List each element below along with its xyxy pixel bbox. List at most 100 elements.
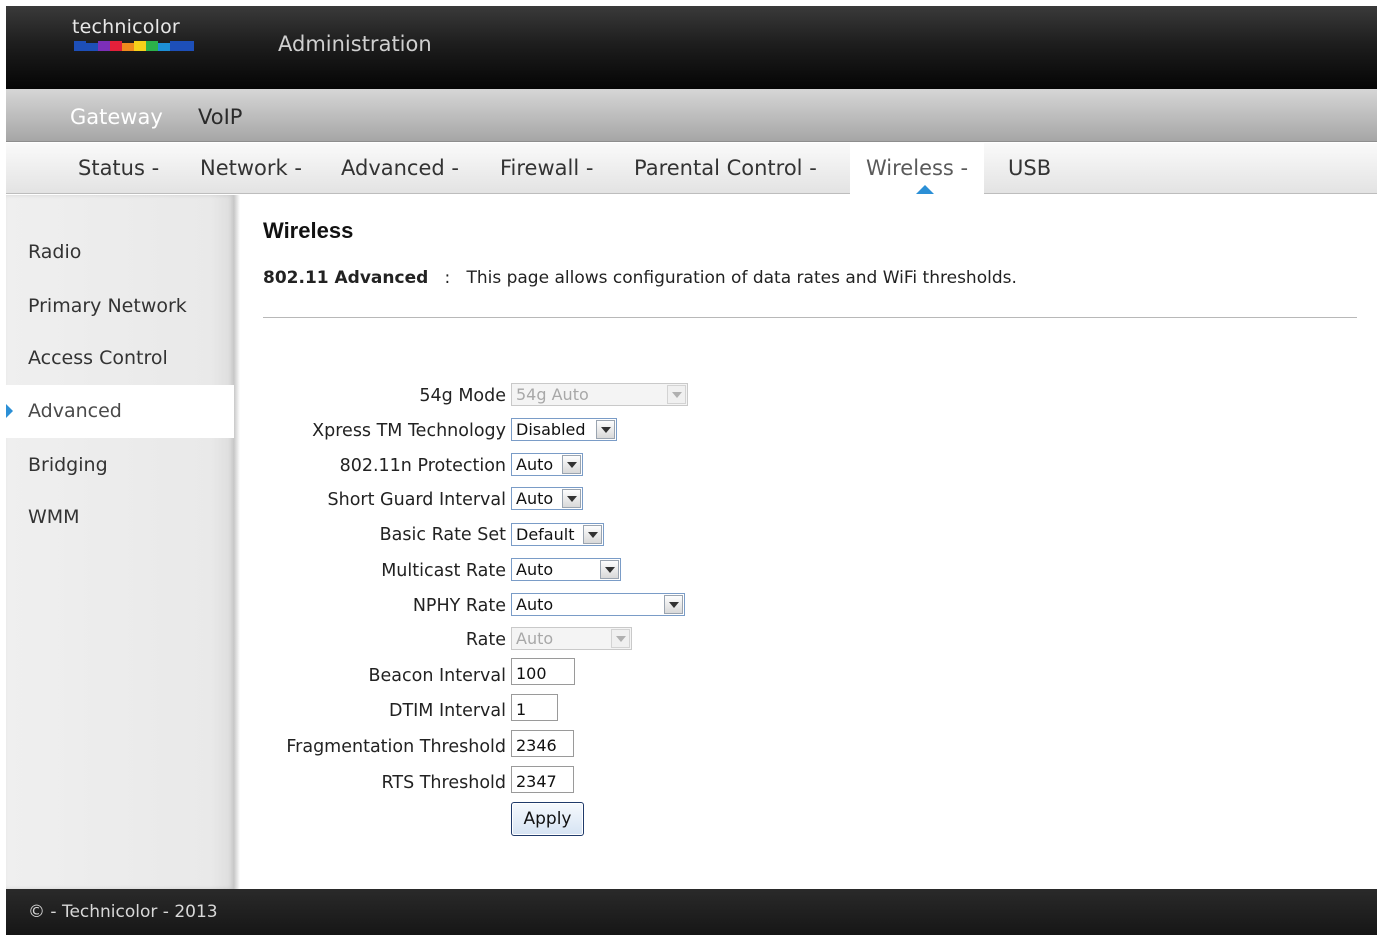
input-fragmentation-threshold[interactable]: 2346 xyxy=(511,730,574,757)
label-dtim: DTIM Interval xyxy=(388,701,506,721)
select-guard[interactable]: Auto xyxy=(511,487,583,510)
label-xpress: Xpress TM Technology xyxy=(312,421,506,441)
active-arrow-icon xyxy=(6,404,13,418)
subnav-status[interactable]: Status - xyxy=(78,143,159,194)
label-nphy: NPHY Rate xyxy=(412,596,506,616)
subnav-parental-control[interactable]: Parental Control - xyxy=(634,143,817,194)
select-multicast-value: Auto xyxy=(516,560,554,579)
subnav-advanced[interactable]: Advanced - xyxy=(341,143,459,194)
logo-color-segment xyxy=(158,43,170,51)
chevron-down-icon xyxy=(562,455,581,474)
logo-color-segment xyxy=(134,41,146,51)
sidebar-item-label: WMM xyxy=(28,506,80,528)
logo-color-segment xyxy=(74,41,86,51)
select-rate[interactable]: Auto xyxy=(511,627,632,650)
label-multicast: Multicast Rate xyxy=(381,561,506,581)
label-54g-mode: 54g Mode xyxy=(419,386,506,406)
chevron-down-icon xyxy=(600,560,619,579)
footer: © - Technicolor - 2013 xyxy=(6,889,1377,935)
subnav-usb[interactable]: USB xyxy=(1008,143,1051,194)
active-tab-caret-icon xyxy=(916,185,934,194)
input-beacon-interval[interactable]: 100 xyxy=(511,658,575,685)
input-rts-threshold[interactable]: 2347 xyxy=(511,766,574,793)
sub-nav: Status - Network - Advanced - Firewall -… xyxy=(6,143,1377,194)
row-rate: Rate xyxy=(226,626,506,656)
page-title: Wireless xyxy=(263,218,354,243)
label-frag: Fragmentation Threshold xyxy=(286,737,506,757)
logo-color-segment xyxy=(170,41,182,51)
row-protection: 802.11n Protection xyxy=(226,452,506,482)
apply-button[interactable]: Apply xyxy=(511,802,584,836)
row-rts: RTS Threshold xyxy=(226,769,507,799)
select-xpress-value: Disabled xyxy=(516,420,586,439)
technicolor-logo[interactable]: technicolor xyxy=(72,16,194,51)
admin-title: Administration xyxy=(278,32,432,56)
sidebar: Radio Primary Network Access Control Adv… xyxy=(6,195,234,889)
subnav-firewall[interactable]: Firewall - xyxy=(500,143,593,194)
admin-page: technicolor Administration Gateway VoIP … xyxy=(6,6,1377,935)
select-guard-value: Auto xyxy=(516,489,554,508)
chevron-down-icon xyxy=(596,420,615,439)
label-rate: Rate xyxy=(465,630,506,650)
logo-color-segment xyxy=(86,43,98,51)
label-beacon: Beacon Interval xyxy=(368,666,507,686)
header-bar: technicolor Administration xyxy=(6,6,1377,89)
row-dtim: DTIM Interval xyxy=(226,697,506,727)
select-basic-rate-value: Default xyxy=(516,525,575,544)
row-54g-mode: 54g Mode xyxy=(226,382,506,412)
logo-color-bar xyxy=(74,41,194,51)
label-guard: Short Guard Interval xyxy=(327,490,506,510)
sidebar-item-label: Radio xyxy=(28,241,82,263)
logo-color-segment xyxy=(122,43,134,51)
select-multicast[interactable]: Auto xyxy=(511,558,621,581)
sidebar-item-access-control[interactable]: Access Control xyxy=(6,332,234,385)
row-xpress: Xpress TM Technology xyxy=(226,417,506,447)
page-description: 802.11 Advanced : This page allows confi… xyxy=(263,268,1017,288)
row-basic-rate: Basic Rate Set xyxy=(226,521,506,551)
row-guard: Short Guard Interval xyxy=(226,486,506,516)
page-description-separator: : xyxy=(444,268,451,288)
sidebar-item-label: Advanced xyxy=(28,400,122,422)
subnav-network[interactable]: Network - xyxy=(200,143,302,194)
sidebar-item-label: Access Control xyxy=(28,347,168,369)
top-nav: Gateway VoIP xyxy=(6,89,1377,142)
select-54g-mode[interactable]: 54g Auto xyxy=(511,383,688,406)
sidebar-item-primary-network[interactable]: Primary Network xyxy=(6,280,234,333)
row-beacon: Beacon Interval xyxy=(226,662,507,692)
label-protection: 802.11n Protection xyxy=(339,456,506,476)
select-nphy[interactable]: Auto xyxy=(511,593,685,616)
sidebar-item-label: Primary Network xyxy=(28,295,187,317)
topnav-gateway[interactable]: Gateway xyxy=(70,105,163,129)
label-basic-rate: Basic Rate Set xyxy=(379,525,506,545)
logo-color-segment xyxy=(146,41,158,51)
select-protection[interactable]: Auto xyxy=(511,453,583,476)
sidebar-item-bridging[interactable]: Bridging xyxy=(6,439,234,492)
sidebar-item-advanced[interactable]: Advanced xyxy=(6,385,234,438)
chevron-down-icon xyxy=(562,489,581,508)
chevron-down-icon xyxy=(611,629,630,648)
topnav-voip[interactable]: VoIP xyxy=(198,105,242,129)
input-dtim-interval[interactable]: 1 xyxy=(511,694,558,721)
logo-color-segment xyxy=(110,41,122,51)
logo-text: technicolor xyxy=(72,16,180,38)
sidebar-item-wmm[interactable]: WMM xyxy=(6,491,234,544)
chevron-down-icon xyxy=(667,385,686,404)
page-description-text: This page allows configuration of data r… xyxy=(466,268,1017,288)
logo-color-segment xyxy=(182,41,194,51)
row-nphy: NPHY Rate xyxy=(226,592,506,622)
select-54g-mode-value: 54g Auto xyxy=(516,385,589,404)
page-description-heading: 802.11 Advanced xyxy=(263,268,429,288)
row-frag: Fragmentation Threshold xyxy=(226,733,506,763)
chevron-down-icon xyxy=(583,525,602,544)
select-xpress[interactable]: Disabled xyxy=(511,418,617,441)
content-divider xyxy=(263,317,1357,318)
sidebar-item-radio[interactable]: Radio xyxy=(6,226,234,279)
select-basic-rate[interactable]: Default xyxy=(511,523,604,546)
label-rts: RTS Threshold xyxy=(381,773,507,793)
chevron-down-icon xyxy=(664,595,683,614)
sidebar-item-label: Bridging xyxy=(28,454,108,476)
footer-copyright: © - Technicolor - 2013 xyxy=(28,902,218,922)
logo-color-segment xyxy=(98,41,110,51)
row-multicast: Multicast Rate xyxy=(226,557,506,587)
select-nphy-value: Auto xyxy=(516,595,554,614)
